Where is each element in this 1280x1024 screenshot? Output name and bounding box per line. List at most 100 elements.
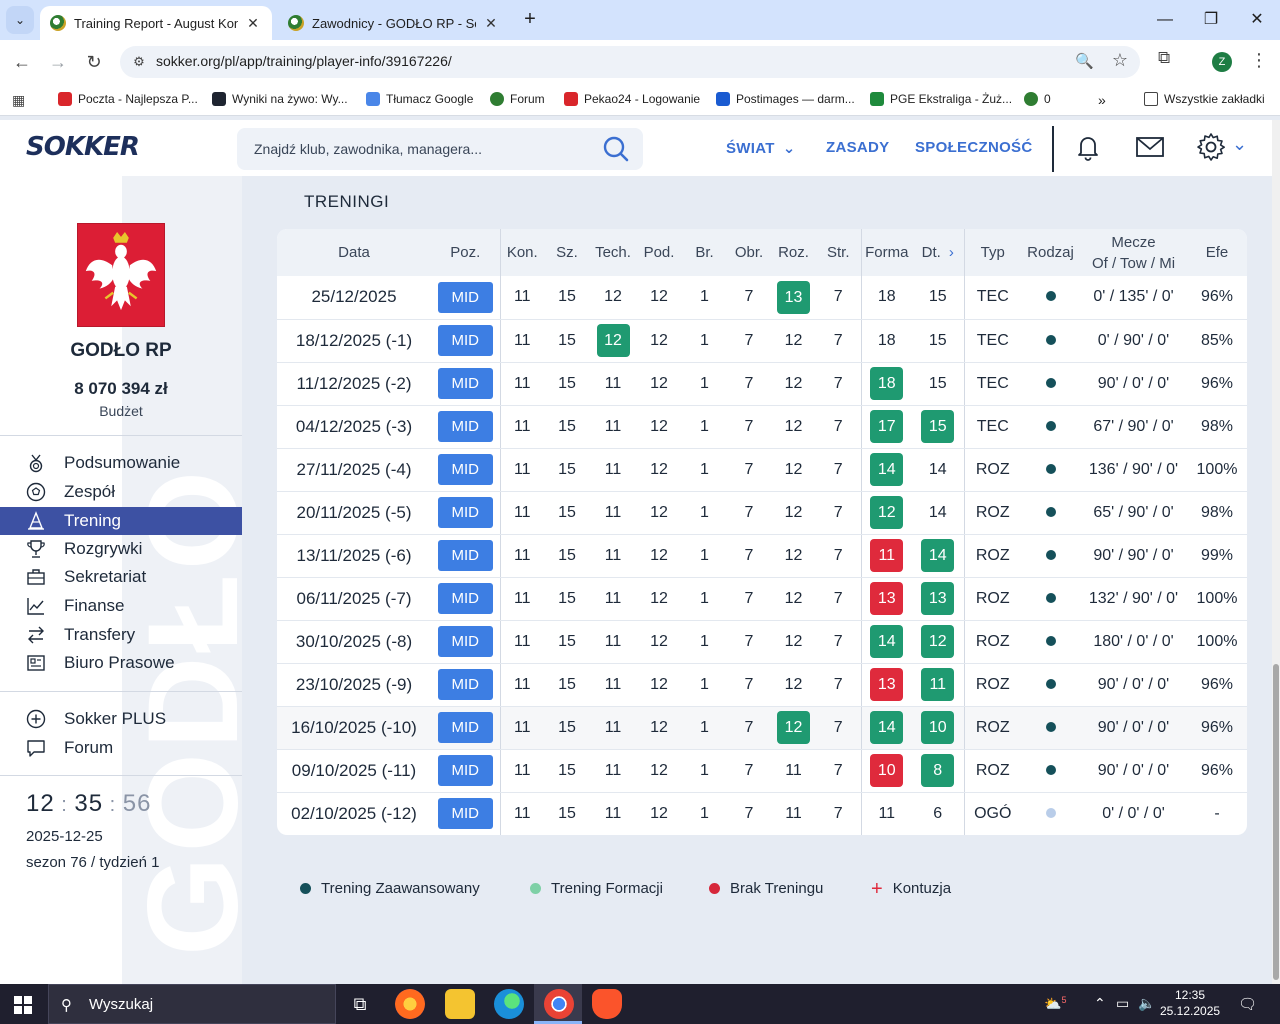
col-header-rodzaj[interactable]: Rodzaj xyxy=(1021,229,1080,276)
nav-zasady[interactable]: ZASADY xyxy=(826,139,889,156)
col-header-str[interactable]: Str. xyxy=(816,229,862,276)
gear-icon[interactable] xyxy=(1196,132,1226,162)
brave-icon[interactable] xyxy=(592,989,622,1019)
all-bookmarks[interactable]: Wszystkie zakładki xyxy=(1144,92,1265,106)
settings-chevron-down-icon[interactable]: ⌄ xyxy=(1232,134,1247,155)
col-header-efe[interactable]: Efe xyxy=(1187,229,1247,276)
legend-dot-icon xyxy=(530,883,541,894)
col-header-forma[interactable]: Forma xyxy=(861,229,912,276)
extensions-icon[interactable]: ⧉ xyxy=(1158,48,1170,68)
minimize-button[interactable]: — xyxy=(1142,6,1188,34)
club-name[interactable]: GODŁO RP xyxy=(0,340,242,362)
col-header-pod[interactable]: Pod. xyxy=(636,229,682,276)
close-window-button[interactable]: ✕ xyxy=(1234,6,1280,34)
reload-button[interactable]: ↻ xyxy=(80,48,108,76)
sidebar-item-zespol[interactable]: Zespół xyxy=(0,478,242,506)
tray-chevron-up-icon[interactable]: ⌃ xyxy=(1094,995,1106,1012)
nav-spolecznosc[interactable]: SPOŁECZNOŚĆ xyxy=(915,139,1032,156)
zoom-icon[interactable]: 🔍 xyxy=(1075,52,1094,70)
sidebar-item-finanse[interactable]: Finanse xyxy=(0,592,242,620)
site-search-input[interactable]: Znajdź klub, zawodnika, managera... xyxy=(237,128,643,170)
search-icon[interactable] xyxy=(603,136,629,162)
apps-grid-icon[interactable]: ▦ xyxy=(12,92,25,109)
club-emblem[interactable] xyxy=(77,223,165,327)
col-header-kon[interactable]: Kon. xyxy=(500,229,544,276)
sidebar-item-transfery[interactable]: Transfery xyxy=(0,621,242,649)
sidebar-item-trening[interactable]: Trening xyxy=(0,507,242,535)
col-header-tech[interactable]: Tech. xyxy=(590,229,636,276)
weather-icon[interactable]: ⛅5 xyxy=(1044,995,1066,1013)
chevron-right-icon[interactable]: › xyxy=(949,244,954,261)
bookmark-postimages[interactable]: Postimages — darm... xyxy=(716,92,855,106)
url-text[interactable]: sokker.org/pl/app/training/player-info/3… xyxy=(156,53,452,69)
table-row[interactable]: 04/12/2025 (-3) MID 11 15 11 12 1 7 12 7 17 15 TEC 67… xyxy=(277,405,1247,449)
network-icon[interactable]: ▭ xyxy=(1116,995,1129,1012)
col-header-typ[interactable]: Typ xyxy=(964,229,1021,276)
browser-menu-icon[interactable]: ⋮ xyxy=(1250,50,1268,71)
chrome-icon[interactable] xyxy=(544,989,574,1019)
bookmark-tlumacz[interactable]: Tłumacz Google xyxy=(366,92,473,106)
table-row[interactable]: 30/10/2025 (-8) MID 11 15 11 12 1 7 12 7 14 12 ROZ 18… xyxy=(277,620,1247,664)
site-info-icon[interactable]: ⚙ xyxy=(130,53,148,71)
sidebar-item-sekretariat[interactable]: Sekretariat xyxy=(0,563,242,591)
sokker-logo[interactable]: SOKKER xyxy=(26,132,140,162)
back-button[interactable]: ← xyxy=(8,48,36,76)
tab-training-report[interactable]: Training Report - August Konkie ✕ xyxy=(40,6,272,40)
sidebar-item-rozgrywki[interactable]: Rozgrywki xyxy=(0,535,242,563)
col-header-obr[interactable]: Obr. xyxy=(727,229,771,276)
bookmark-star-icon[interactable]: ☆ xyxy=(1112,50,1128,71)
table-row[interactable]: 18/12/2025 (-1) MID 11 15 12 12 1 7 12 7 18 15 TEC 0'… xyxy=(277,319,1247,363)
tab-zawodnicy[interactable]: Zawodnicy - GODŁO RP - Sokke ✕ xyxy=(278,6,510,40)
taskbar-search[interactable]: ⚲ Wyszukaj xyxy=(48,984,336,1024)
mail-icon[interactable] xyxy=(1135,132,1165,162)
col-header-sz[interactable]: Sz. xyxy=(544,229,590,276)
table-row[interactable]: 06/11/2025 (-7) MID 11 15 11 12 1 7 12 7 13 13 ROZ 13… xyxy=(277,577,1247,621)
col-header-dt[interactable]: Dt. › xyxy=(912,229,965,276)
table-row[interactable]: 23/10/2025 (-9) MID 11 15 11 12 1 7 12 7 13 11 ROZ 90… xyxy=(277,663,1247,707)
notifications-icon[interactable]: 🗨 xyxy=(1238,995,1257,1013)
nav-swiat[interactable]: ŚWIAT ⌄ xyxy=(726,139,796,157)
profile-avatar[interactable]: Z xyxy=(1212,52,1232,72)
firefox-icon[interactable] xyxy=(395,989,425,1019)
more-bookmarks-icon[interactable]: » xyxy=(1098,92,1106,108)
tab-list-button[interactable]: ⌄ xyxy=(6,6,34,34)
bookmark-pekao[interactable]: Pekao24 - Logowanie xyxy=(564,92,700,106)
sidebar-item-forum[interactable]: Forum xyxy=(0,734,242,762)
close-tab-icon[interactable]: ✕ xyxy=(244,15,262,32)
table-row[interactable]: 16/10/2025 (-10) MID 11 15 11 12 1 7 12 7 14 10 ROZ 9… xyxy=(277,706,1247,750)
edge-icon[interactable] xyxy=(494,989,524,1019)
new-tab-button[interactable]: + xyxy=(518,8,542,32)
col-header-data[interactable]: Data xyxy=(277,229,431,276)
windows-start-icon[interactable] xyxy=(14,996,32,1014)
table-row[interactable]: 02/10/2025 (-12) MID 11 15 11 12 1 7 11 7 11 6 OGÓ 0'… xyxy=(277,792,1247,835)
task-view-icon[interactable]: ⧉ xyxy=(345,989,375,1019)
forward-button[interactable]: → xyxy=(44,48,72,76)
file-explorer-icon[interactable] xyxy=(445,989,475,1019)
bookmark-zero[interactable]: 0 xyxy=(1024,92,1051,106)
table-row[interactable]: 25/12/2025 MID 11 15 12 12 1 7 13 7 18 15 TEC 0' / 13… xyxy=(277,276,1247,320)
col-header-roz[interactable]: Roz. xyxy=(771,229,816,276)
bell-icon[interactable] xyxy=(1073,132,1103,162)
bookmark-pge[interactable]: PGE Ekstraliga - Żuż... xyxy=(870,92,1012,106)
volume-icon[interactable]: 🔈 xyxy=(1138,995,1155,1012)
sidebar-item-biuro-prasowe[interactable]: Biuro Prasowe xyxy=(0,649,242,677)
table-row[interactable]: 09/10/2025 (-11) MID 11 15 11 12 1 7 11 7 10 8 ROZ 90… xyxy=(277,749,1247,793)
taskbar-clock[interactable]: 12:35 25.12.2025 xyxy=(1160,987,1220,1019)
table-row[interactable]: 11/12/2025 (-2) MID 11 15 11 12 1 7 12 7 18 15 TEC 90… xyxy=(277,362,1247,406)
sidebar-item-sokker-plus[interactable]: Sokker PLUS xyxy=(0,705,242,733)
close-tab-icon[interactable]: ✕ xyxy=(482,15,500,32)
table-row[interactable]: 13/11/2025 (-6) MID 11 15 11 12 1 7 12 7 11 14 ROZ 90… xyxy=(277,534,1247,578)
table-row[interactable]: 27/11/2025 (-4) MID 11 15 11 12 1 7 12 7 14 14 ROZ 13… xyxy=(277,448,1247,492)
col-header-mecze[interactable]: Mecze Of / Tow / Mi xyxy=(1080,229,1187,276)
bookmark-forum[interactable]: Forum xyxy=(490,92,545,106)
col-header-br[interactable]: Br. xyxy=(682,229,727,276)
address-bar[interactable]: ⚙ sokker.org/pl/app/training/player-info… xyxy=(120,46,1140,78)
bookmark-wyniki[interactable]: Wyniki na żywo: Wy... xyxy=(212,92,348,106)
bookmark-poczta[interactable]: Poczta - Najlepsza P... xyxy=(58,92,198,106)
page-scrollbar[interactable] xyxy=(1272,120,1280,984)
scrollbar-thumb[interactable] xyxy=(1273,664,1279,980)
table-row[interactable]: 20/11/2025 (-5) MID 11 15 11 12 1 7 12 7 12 14 ROZ 65… xyxy=(277,491,1247,535)
restore-button[interactable]: ❐ xyxy=(1188,6,1234,34)
sidebar-item-podsumowanie[interactable]: Podsumowanie xyxy=(0,449,242,477)
col-header-poz[interactable]: Poz. xyxy=(431,229,501,276)
